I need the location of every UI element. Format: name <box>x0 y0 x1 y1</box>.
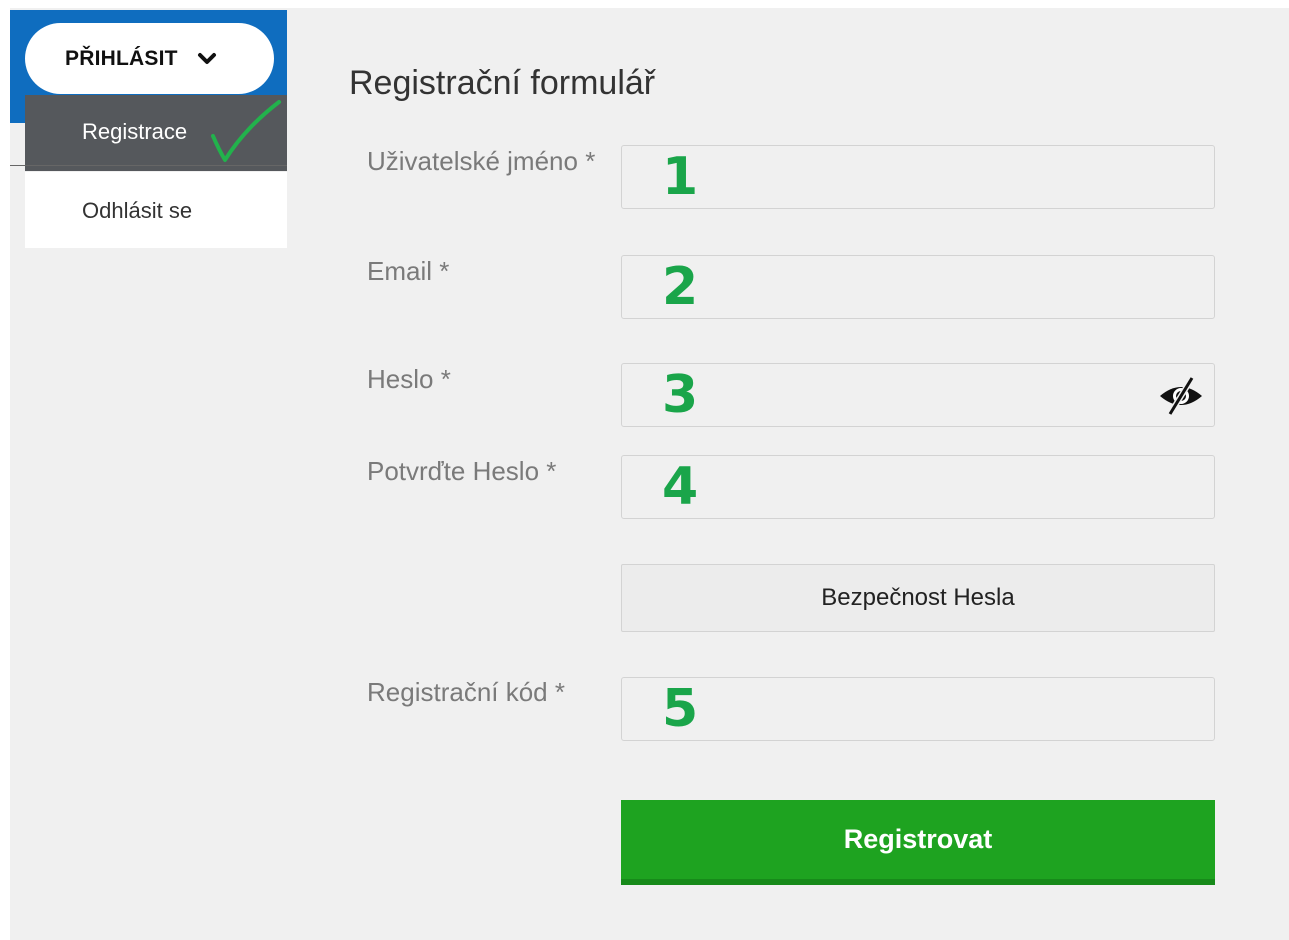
password-input[interactable]: 3 <box>621 363 1215 427</box>
email-input[interactable]: 2 <box>621 255 1215 319</box>
annotation-number: 3 <box>662 365 699 425</box>
menu-divider <box>10 165 287 166</box>
username-label: Uživatelské jméno * <box>367 146 596 176</box>
chevron-down-icon <box>196 48 218 70</box>
login-dropdown-button[interactable]: PŘIHLÁSIT <box>25 23 274 94</box>
password-strength-label: Bezpečnost Hesla <box>821 584 1015 611</box>
annotation-number: 5 <box>662 679 699 739</box>
annotation-number: 2 <box>662 257 699 317</box>
form-title: Registrační formulář <box>349 64 656 102</box>
password-strength-indicator: Bezpečnost Hesla <box>621 564 1215 632</box>
menu-item-registrace-label: Registrace <box>82 119 188 144</box>
username-input[interactable]: 1 <box>621 145 1215 209</box>
registration-code-input[interactable]: 5 <box>621 677 1215 741</box>
menu-item-logout[interactable]: Odhlásit se <box>25 172 287 248</box>
register-button-label: Registrovat <box>843 824 993 854</box>
annotation-number: 1 <box>662 147 699 207</box>
confirm-password-label: Potvrďte Heslo * <box>367 456 557 486</box>
confirm-password-input[interactable]: 4 <box>621 455 1215 519</box>
password-label: Heslo * <box>367 364 451 394</box>
registration-code-label: Registrační kód * <box>367 677 565 707</box>
email-label: Email * <box>367 256 450 286</box>
menu-item-registrace[interactable]: Registrace <box>25 95 287 171</box>
register-button[interactable]: Registrovat <box>621 800 1215 885</box>
eye-slash-icon[interactable] <box>1158 376 1204 416</box>
annotation-number: 4 <box>662 457 699 517</box>
login-dropdown-label: PŘIHLÁSIT <box>65 46 178 70</box>
menu-item-logout-label: Odhlásit se <box>82 198 193 223</box>
